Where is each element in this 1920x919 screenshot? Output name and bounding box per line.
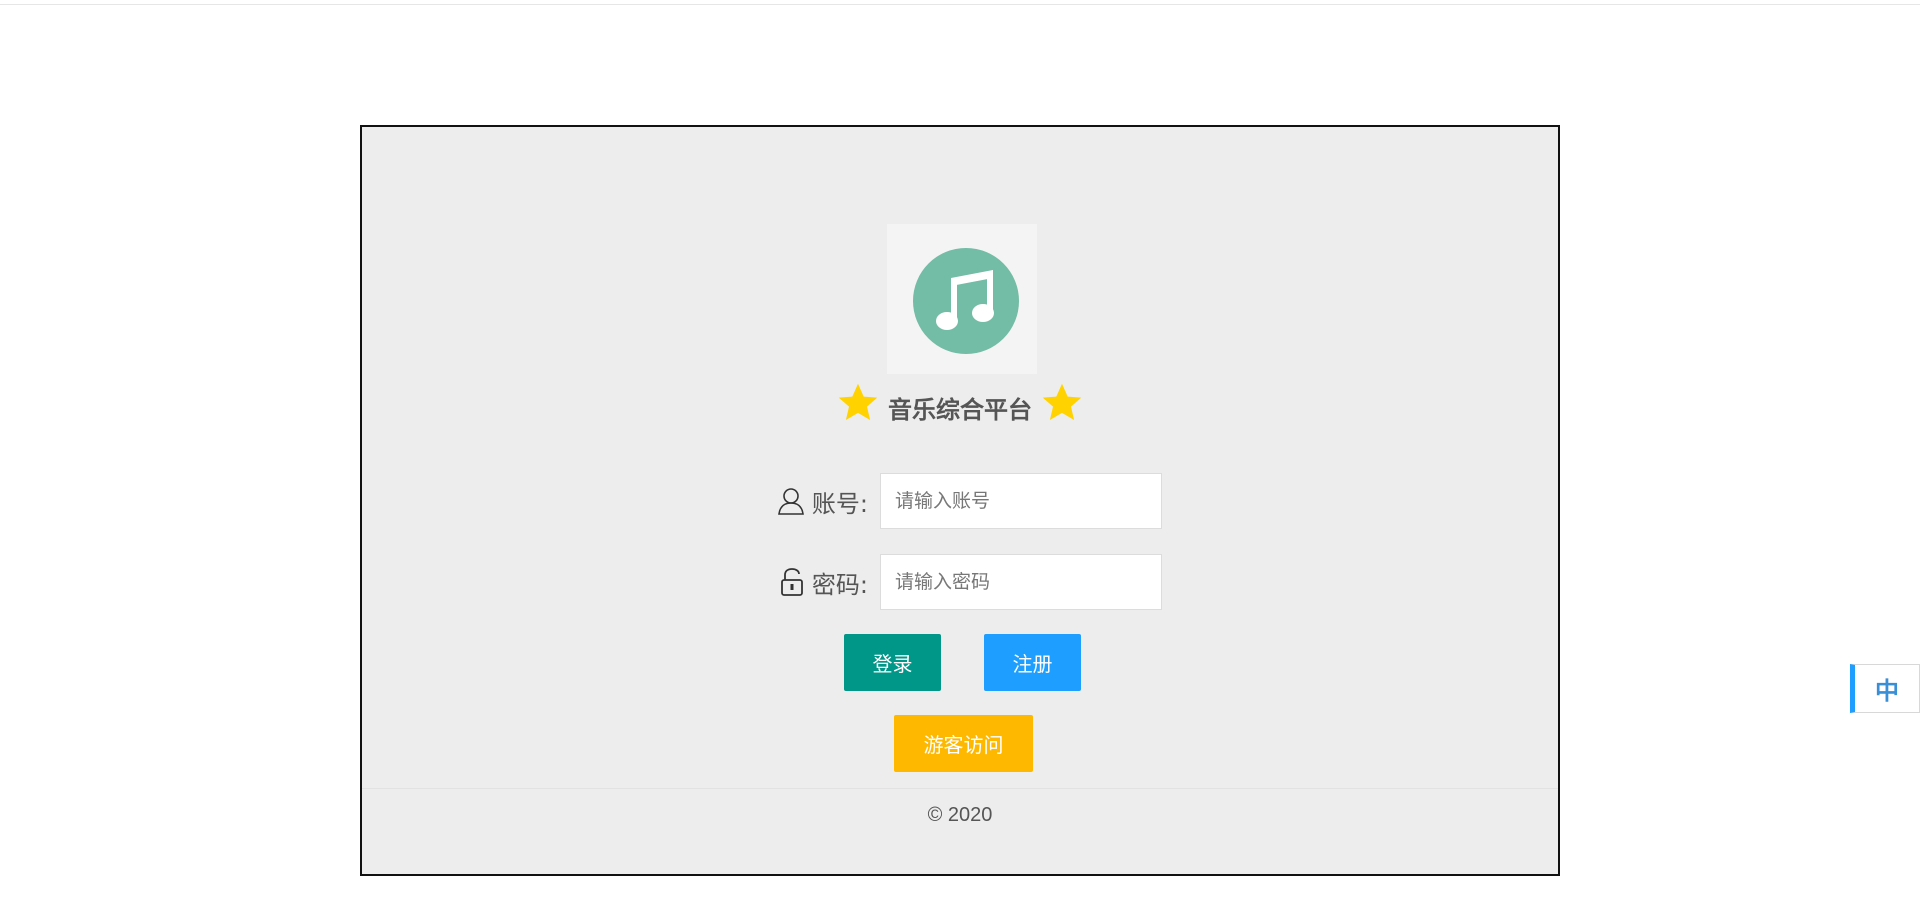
- login-button[interactable]: 登录: [844, 634, 941, 691]
- lock-icon: [781, 568, 803, 596]
- account-label: 账号:: [776, 473, 868, 529]
- password-input[interactable]: [880, 554, 1162, 610]
- register-button[interactable]: 注册: [984, 634, 1081, 691]
- star-icon: [838, 383, 878, 421]
- login-panel: 音乐综合平台 账号: 密码: 登录 注册 游客访问 © 2020: [360, 125, 1560, 876]
- language-switch-button[interactable]: 中: [1850, 664, 1920, 713]
- page-title: 音乐综合平台: [888, 395, 1032, 424]
- logo: [887, 224, 1037, 374]
- password-row: 密码:: [362, 554, 1558, 610]
- account-row: 账号:: [362, 473, 1558, 529]
- account-input[interactable]: [880, 473, 1162, 529]
- password-label-text: 密码:: [811, 570, 868, 599]
- guest-access-button[interactable]: 游客访问: [894, 715, 1033, 772]
- account-label-text: 账号:: [811, 489, 868, 518]
- user-icon: [777, 488, 804, 515]
- copyright-text: © 2020: [927, 804, 993, 826]
- brand-title-row: 音乐综合平台: [362, 378, 1558, 428]
- top-divider: [0, 4, 1920, 5]
- star-icon: [1042, 383, 1082, 421]
- footer-divider: [362, 788, 1558, 789]
- music-note-icon: [913, 248, 1019, 354]
- password-label: 密码:: [778, 554, 868, 610]
